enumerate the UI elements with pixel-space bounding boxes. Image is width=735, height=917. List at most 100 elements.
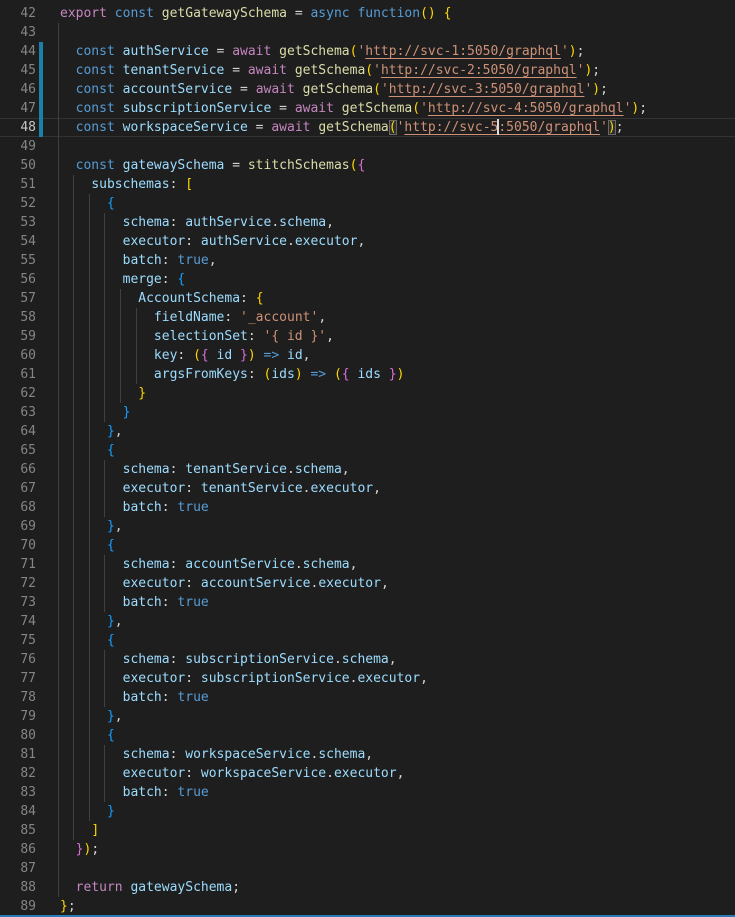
line-number[interactable]: 75	[0, 631, 36, 650]
line-number[interactable]: 62	[0, 384, 36, 403]
line-number[interactable]: 82	[0, 764, 36, 783]
line-number[interactable]: 66	[0, 460, 36, 479]
line-number[interactable]: 58	[0, 308, 36, 327]
code-line[interactable]: 78 batch: true	[0, 688, 735, 707]
line-number[interactable]: 89	[0, 897, 36, 916]
code-line[interactable]: 80 {	[0, 726, 735, 745]
code-line[interactable]: 67 executor: tenantService.executor,	[0, 479, 735, 498]
line-number[interactable]: 65	[0, 441, 36, 460]
code-line[interactable]: 86 });	[0, 840, 735, 859]
code-line[interactable]: 49	[0, 137, 735, 156]
code-line[interactable]: 59 selectionSet: '{ id }',	[0, 327, 735, 346]
line-number[interactable]: 78	[0, 688, 36, 707]
code-line[interactable]: 89};	[0, 897, 735, 916]
line-number[interactable]: 63	[0, 403, 36, 422]
code-line[interactable]: 72 executor: accountService.executor,	[0, 574, 735, 593]
code-line[interactable]: 57 AccountSchema: {	[0, 289, 735, 308]
line-number[interactable]: 67	[0, 479, 36, 498]
line-number[interactable]: 55	[0, 251, 36, 270]
code-line[interactable]: 48 const workspaceService = await getSch…	[0, 118, 735, 137]
line-number[interactable]: 64	[0, 422, 36, 441]
line-number[interactable]: 43	[0, 23, 36, 42]
line-number[interactable]: 84	[0, 802, 36, 821]
line-number[interactable]: 47	[0, 99, 36, 118]
line-number[interactable]: 59	[0, 327, 36, 346]
line-number[interactable]: 49	[0, 137, 36, 156]
code-line[interactable]: 58 fieldName: '_account',	[0, 308, 735, 327]
code-line[interactable]: 52 {	[0, 194, 735, 213]
line-number[interactable]: 54	[0, 232, 36, 251]
code-area[interactable]: 42export const getGatewaySchema = async …	[0, 4, 735, 916]
code-line[interactable]: 45 const tenantService = await getSchema…	[0, 61, 735, 80]
code-line[interactable]: 64 },	[0, 422, 735, 441]
code-text: };	[60, 897, 735, 916]
line-number[interactable]: 79	[0, 707, 36, 726]
line-number[interactable]: 51	[0, 175, 36, 194]
line-number[interactable]: 83	[0, 783, 36, 802]
code-line[interactable]: 54 executor: authService.executor,	[0, 232, 735, 251]
code-line[interactable]: 63 }	[0, 403, 735, 422]
line-number[interactable]: 87	[0, 859, 36, 878]
code-line[interactable]: 69 },	[0, 517, 735, 536]
code-line[interactable]: 84 }	[0, 802, 735, 821]
code-line[interactable]: 76 schema: subscriptionService.schema,	[0, 650, 735, 669]
line-number[interactable]: 74	[0, 612, 36, 631]
code-line[interactable]: 79 },	[0, 707, 735, 726]
line-number[interactable]: 81	[0, 745, 36, 764]
code-line[interactable]: 44 const authService = await getSchema('…	[0, 42, 735, 61]
line-number[interactable]: 44	[0, 42, 36, 61]
code-line[interactable]: 73 batch: true	[0, 593, 735, 612]
code-line[interactable]: 51 subschemas: [	[0, 175, 735, 194]
line-number[interactable]: 48	[0, 118, 36, 137]
line-number[interactable]: 73	[0, 593, 36, 612]
code-line[interactable]: 88 return gatewaySchema;	[0, 878, 735, 897]
line-number[interactable]: 50	[0, 156, 36, 175]
code-line[interactable]: 75 {	[0, 631, 735, 650]
line-number[interactable]: 72	[0, 574, 36, 593]
line-number[interactable]: 88	[0, 878, 36, 897]
code-line[interactable]: 68 batch: true	[0, 498, 735, 517]
code-line[interactable]: 56 merge: {	[0, 270, 735, 289]
line-number[interactable]: 60	[0, 346, 36, 365]
code-line[interactable]: 61 argsFromKeys: (ids) => ({ ids })	[0, 365, 735, 384]
line-number[interactable]: 56	[0, 270, 36, 289]
code-line[interactable]: 50 const gatewaySchema = stitchSchemas({	[0, 156, 735, 175]
line-number[interactable]: 77	[0, 669, 36, 688]
line-number[interactable]: 71	[0, 555, 36, 574]
code-token: await	[256, 82, 295, 97]
code-editor[interactable]: 42export const getGatewaySchema = async …	[0, 0, 735, 917]
line-number[interactable]: 53	[0, 213, 36, 232]
line-number[interactable]: 70	[0, 536, 36, 555]
code-line[interactable]: 66 schema: tenantService.schema,	[0, 460, 735, 479]
code-line[interactable]: 77 executor: subscriptionService.executo…	[0, 669, 735, 688]
line-number[interactable]: 68	[0, 498, 36, 517]
line-number[interactable]: 76	[0, 650, 36, 669]
code-line[interactable]: 47 const subscriptionService = await get…	[0, 99, 735, 118]
code-line[interactable]: 83 batch: true	[0, 783, 735, 802]
code-line[interactable]: 82 executor: workspaceService.executor,	[0, 764, 735, 783]
code-line[interactable]: 74 },	[0, 612, 735, 631]
code-line[interactable]: 65 {	[0, 441, 735, 460]
code-line[interactable]: 53 schema: authService.schema,	[0, 213, 735, 232]
line-number[interactable]: 52	[0, 194, 36, 213]
line-number[interactable]: 61	[0, 365, 36, 384]
line-number[interactable]: 42	[0, 4, 36, 23]
code-line[interactable]: 42export const getGatewaySchema = async …	[0, 4, 735, 23]
code-line[interactable]: 87	[0, 859, 735, 878]
code-line[interactable]: 55 batch: true,	[0, 251, 735, 270]
code-line[interactable]: 60 key: ({ id }) => id,	[0, 346, 735, 365]
line-number[interactable]: 86	[0, 840, 36, 859]
code-line[interactable]: 62 }	[0, 384, 735, 403]
code-line[interactable]: 71 schema: accountService.schema,	[0, 555, 735, 574]
line-number[interactable]: 80	[0, 726, 36, 745]
code-line[interactable]: 43	[0, 23, 735, 42]
line-number[interactable]: 45	[0, 61, 36, 80]
code-line[interactable]: 46 const accountService = await getSchem…	[0, 80, 735, 99]
line-number[interactable]: 85	[0, 821, 36, 840]
line-number[interactable]: 46	[0, 80, 36, 99]
line-number[interactable]: 57	[0, 289, 36, 308]
code-line[interactable]: 70 {	[0, 536, 735, 555]
line-number[interactable]: 69	[0, 517, 36, 536]
code-line[interactable]: 81 schema: workspaceService.schema,	[0, 745, 735, 764]
code-line[interactable]: 85 ]	[0, 821, 735, 840]
